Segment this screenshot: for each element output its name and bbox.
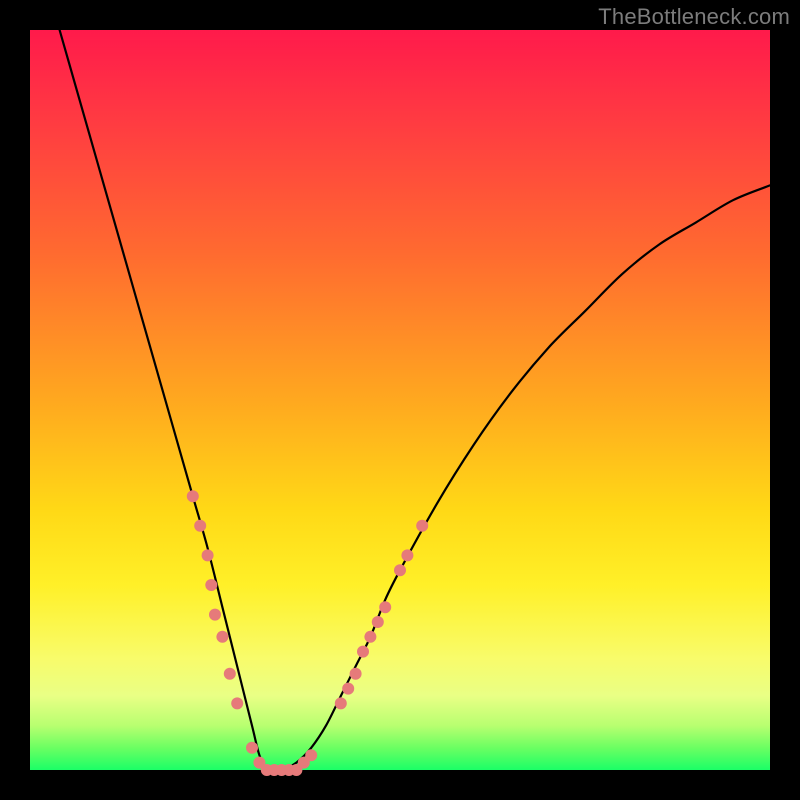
- marker-point: [224, 668, 236, 680]
- marker-point: [194, 520, 206, 532]
- marker-point: [202, 549, 214, 561]
- highlight-markers: [187, 490, 428, 776]
- marker-point: [350, 668, 362, 680]
- plot-area: [30, 30, 770, 770]
- marker-point: [335, 697, 347, 709]
- marker-point: [372, 616, 384, 628]
- chart-stage: TheBottleneck.com: [0, 0, 800, 800]
- marker-point: [231, 697, 243, 709]
- marker-point: [379, 601, 391, 613]
- marker-point: [394, 564, 406, 576]
- marker-point: [209, 609, 221, 621]
- marker-point: [187, 490, 199, 502]
- marker-point: [342, 683, 354, 695]
- marker-point: [205, 579, 217, 591]
- marker-point: [401, 549, 413, 561]
- marker-point: [216, 631, 228, 643]
- marker-point: [357, 646, 369, 658]
- marker-point: [305, 749, 317, 761]
- curve-layer: [30, 30, 770, 770]
- watermark-label: TheBottleneck.com: [598, 4, 790, 30]
- marker-point: [416, 520, 428, 532]
- marker-point: [246, 742, 258, 754]
- bottleneck-curve: [60, 30, 770, 771]
- marker-point: [364, 631, 376, 643]
